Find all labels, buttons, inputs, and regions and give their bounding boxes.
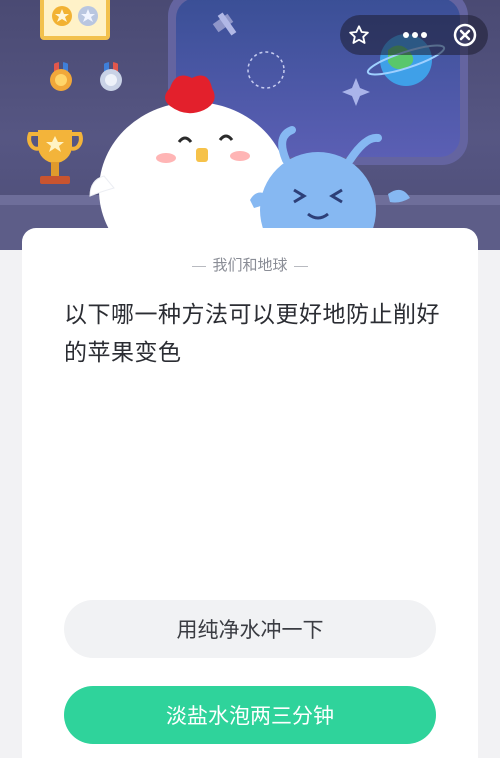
divider-left (192, 265, 207, 267)
question-text: 以下哪一种方法可以更好地防止削好的苹果变色 (64, 302, 440, 366)
answer-option-a-label: 用纯净水冲一下 (176, 618, 324, 642)
answer-option-b-label: 淡盐水泡两三分钟 (166, 704, 334, 728)
award-board (40, 0, 110, 40)
close-circle-icon (453, 23, 477, 47)
category-label: 我们和地球 (212, 257, 288, 274)
answer-option-b[interactable]: 淡盐水泡两三分钟 (64, 686, 436, 744)
more-button[interactable] (398, 18, 432, 52)
close-button[interactable] (448, 18, 482, 52)
quiz-category: 我们和地球 (0, 254, 500, 275)
star-outline-icon (349, 25, 369, 44)
answer-option-a[interactable]: 用纯净水冲一下 (64, 600, 436, 658)
divider-right (293, 265, 308, 267)
gold-medal-icon (50, 62, 72, 91)
favorite-button[interactable] (342, 18, 376, 52)
medals-icon (52, 6, 98, 26)
ellipsis-icon (403, 32, 427, 38)
trophy-icon (27, 130, 83, 184)
